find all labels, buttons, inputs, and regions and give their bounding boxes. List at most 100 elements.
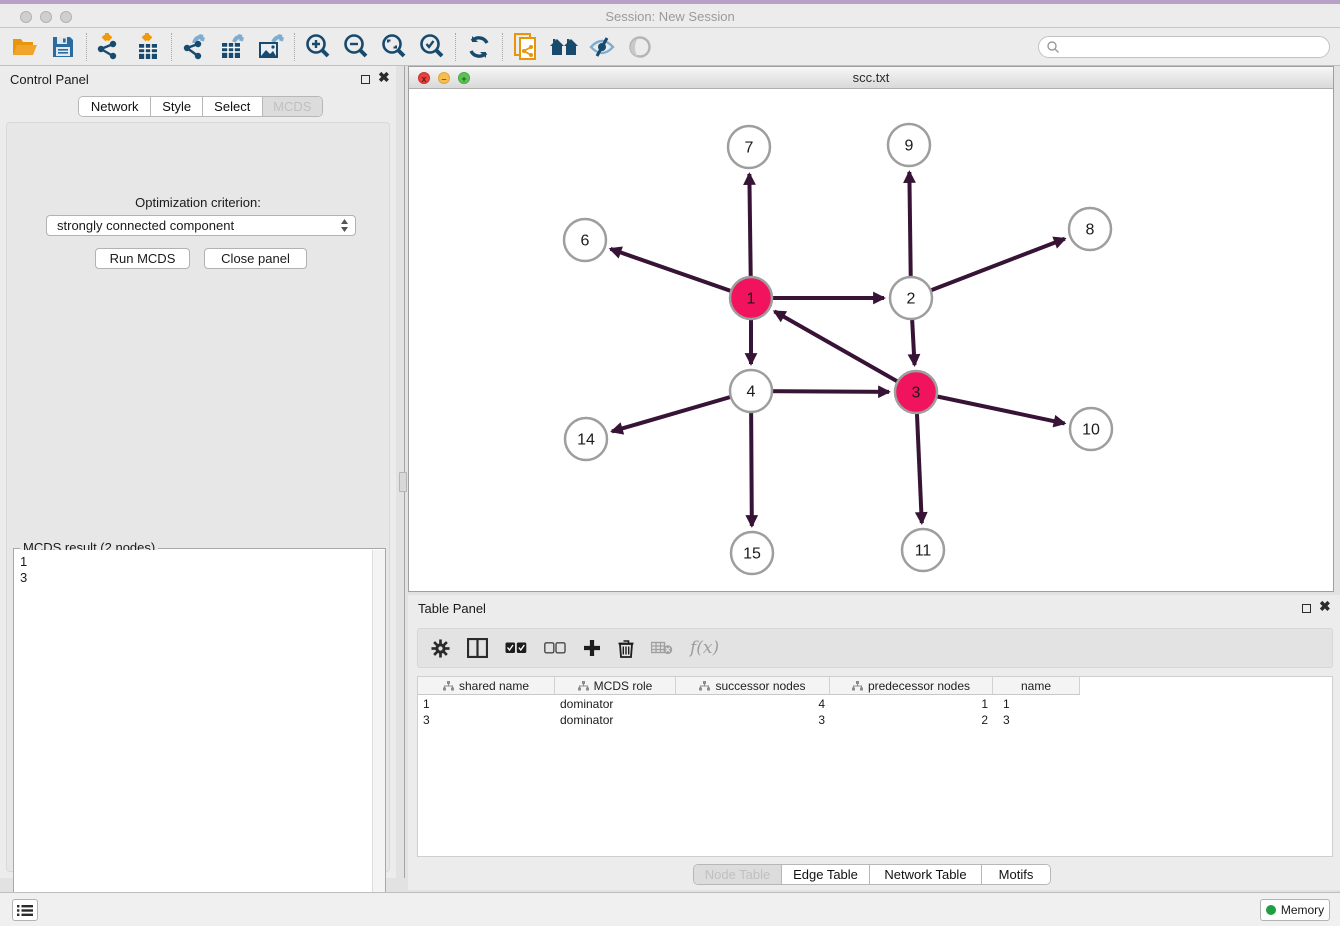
edge-3-1[interactable] [774,311,916,392]
export-network-button[interactable] [176,30,214,64]
tab-style[interactable]: Style [151,97,203,116]
apply-layout-button[interactable] [460,30,498,64]
zoom-out-button[interactable] [337,30,375,64]
tab-motifs[interactable]: Motifs [982,865,1050,884]
close-table-panel-icon[interactable]: ✖ [1319,598,1331,615]
export-network-icon [182,33,208,61]
zoom-fit-button[interactable] [375,30,413,64]
select-all-icon[interactable] [505,642,527,654]
export-table-button[interactable] [214,30,252,64]
status-bar: Memory [0,892,1340,926]
import-table-icon [136,33,160,61]
control-panel-title: Control Panel [10,72,89,87]
list-icon [17,904,33,917]
function-builder-icon: f(x) [690,638,719,658]
tab-node-table[interactable]: Node Table [694,865,782,884]
node-table: shared name MCDS role successor nodes pr… [417,676,1333,857]
export-image-icon [257,33,285,61]
tab-network[interactable]: Network [79,97,151,116]
node-label-7: 7 [745,140,754,157]
close-panel-button[interactable]: Close panel [204,248,307,269]
node-label-14: 14 [577,432,595,449]
zoom-fit-icon [380,33,408,61]
gear-icon[interactable] [431,639,450,658]
close-panel-icon[interactable]: ✖ [378,69,390,86]
zoom-selected-icon [418,33,446,61]
deselect-all-icon[interactable] [544,642,566,654]
tab-network-table[interactable]: Network Table [870,865,982,884]
zoom-in-button[interactable] [299,30,337,64]
import-network-icon [97,33,123,61]
mcds-result-list: 1 3 [14,550,372,925]
mcds-result-line: 1 [20,554,372,570]
node-label-4: 4 [747,384,756,401]
optimization-criterion-select[interactable]: strongly connected component [46,215,356,236]
table-row[interactable]: 1 dominator 4 1 1 [418,696,1080,712]
network-canvas[interactable]: 7968124314101511 [409,89,1333,591]
home-button[interactable] [545,30,583,64]
column-header-name[interactable]: name [993,677,1080,695]
mcds-result-box: MCDS result (2 nodes) 1 3 [13,548,386,926]
show-panel-button [621,30,659,64]
node-label-10: 10 [1082,422,1100,439]
open-file-icon [11,35,39,59]
save-icon [51,35,75,59]
column-layout-icon[interactable] [467,638,488,658]
zoom-out-icon [342,33,370,61]
node-label-6: 6 [581,233,590,250]
network-window: x – + scc.txt 7968124314101511 [408,66,1334,592]
hide-panel-button[interactable] [583,30,621,64]
optimization-criterion-label: Optimization criterion: [7,195,389,210]
mcds-panel: Optimization criterion: strongly connect… [6,122,390,872]
save-button[interactable] [44,30,82,64]
import-table-button[interactable] [129,30,167,64]
edge-2-8[interactable] [911,239,1065,298]
memory-button[interactable]: Memory [1260,899,1330,921]
import-network-button[interactable] [91,30,129,64]
tab-edge-table[interactable]: Edge Table [782,865,870,884]
panel-divider-grip[interactable] [399,472,407,492]
column-header-shared-name[interactable]: shared name [418,677,555,695]
table-row[interactable]: 3 dominator 3 2 3 [418,712,1080,728]
add-column-icon[interactable] [583,639,601,657]
float-table-panel-icon[interactable] [1302,604,1311,613]
zoom-selected-button[interactable] [413,30,451,64]
float-panel-icon[interactable] [361,75,370,84]
mcds-result-line: 3 [20,570,372,586]
node-label-8: 8 [1086,222,1095,239]
result-scrollbar[interactable] [372,550,385,925]
column-header-successor-nodes[interactable]: successor nodes [676,677,830,695]
network-window-titlebar[interactable]: x – + scc.txt [409,67,1333,89]
run-mcds-button[interactable]: Run MCDS [95,248,190,269]
node-label-11: 11 [915,543,932,560]
table-panel: Table Panel ✖ f(x) shared name MCDS role… [408,595,1340,890]
column-header-predecessor-nodes[interactable]: predecessor nodes [830,677,993,695]
export-image-button[interactable] [252,30,290,64]
network-graph[interactable]: 7968124314101511 [409,89,1333,591]
edge-3-10[interactable] [916,392,1065,423]
table-tabs: Node Table Edge Table Network Table Moti… [693,864,1051,885]
task-history-button[interactable] [12,899,38,921]
zoom-in-icon [304,33,332,61]
node-label-1: 1 [747,291,756,308]
window-titlebar: Session: New Session [0,0,1340,28]
refresh-layout-icon [466,34,492,60]
table-toolbar: f(x) [417,628,1333,668]
control-panel-tabs: Network Style Select MCDS [78,96,323,117]
node-label-15: 15 [743,546,761,563]
search-icon [1046,40,1060,54]
memory-status-icon [1266,905,1276,915]
table-panel-title: Table Panel [418,601,486,616]
open-file-button[interactable] [6,30,44,64]
node-table-header: shared name MCDS role successor nodes pr… [418,677,1080,695]
new-session-button[interactable] [507,30,545,64]
edge-1-6[interactable] [610,249,751,298]
chevron-up-down-icon [340,218,349,233]
tab-mcds[interactable]: MCDS [263,97,323,116]
column-header-mcds-role[interactable]: MCDS role [555,677,676,695]
search-input[interactable] [1038,36,1330,58]
delete-icon[interactable] [618,639,634,658]
tab-select[interactable]: Select [203,97,263,116]
memory-label: Memory [1281,903,1324,917]
eye-icon [627,35,653,59]
